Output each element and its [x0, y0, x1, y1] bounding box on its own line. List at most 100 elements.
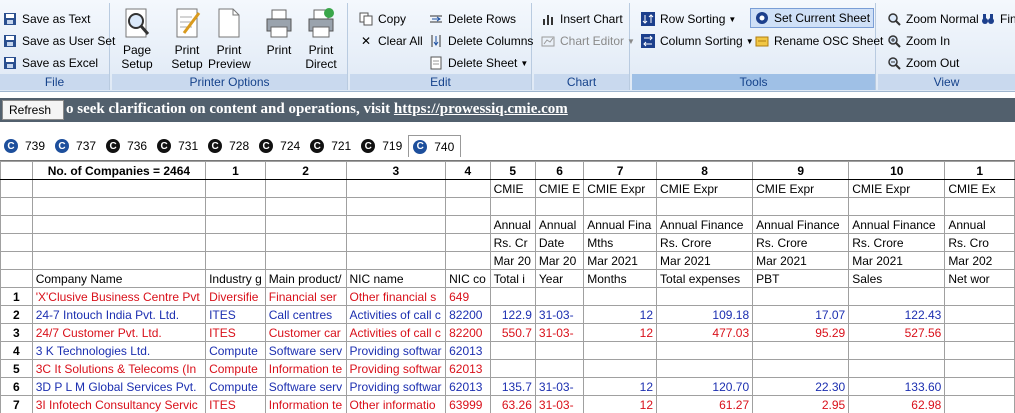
column-sorting-button[interactable]: Column Sorting ▼ [640, 31, 754, 51]
metadata-cell[interactable] [31, 251, 207, 270]
metadata-cell[interactable]: CMIE Expr [583, 179, 658, 198]
metadata-cell[interactable]: CMIE Expr [848, 179, 946, 198]
metadata-cell[interactable] [848, 197, 946, 216]
metadata-cell[interactable]: Date [534, 233, 585, 252]
table-cell[interactable]: 63999 [445, 395, 491, 413]
table-cell[interactable] [534, 341, 585, 360]
metadata-cell[interactable] [205, 251, 266, 270]
table-cell[interactable]: 22.30 [752, 377, 850, 396]
table-cell[interactable]: ITES [205, 305, 266, 324]
rename-osc-sheet-button[interactable]: Rename OSC Sheet [754, 31, 883, 51]
print-button[interactable]: Print [258, 7, 300, 57]
column-header[interactable]: 9 [752, 161, 850, 180]
clear-all-button[interactable]: ✕ Clear All [358, 31, 423, 51]
table-cell[interactable]: 649 [445, 287, 491, 306]
metadata-cell[interactable] [656, 197, 754, 216]
metadata-cell[interactable] [0, 197, 33, 216]
table-cell[interactable]: Compute [205, 341, 266, 360]
save-as-text-button[interactable]: Save as Text [2, 9, 90, 29]
metadata-cell[interactable]: Rs. Crore [752, 233, 850, 252]
table-cell[interactable]: Other informatio [345, 395, 447, 413]
table-cell[interactable]: Compute [205, 359, 266, 378]
table-cell[interactable]: 'X'Clusive Business Centre Pvt [31, 287, 207, 306]
sheet-tab[interactable]: C 728 [204, 135, 255, 157]
row-number[interactable]: 6 [0, 377, 33, 396]
table-cell[interactable]: Other financial s [345, 287, 447, 306]
table-cell[interactable] [944, 305, 1015, 324]
metadata-cell[interactable]: CMIE Expr [752, 179, 850, 198]
table-cell[interactable]: ITES [205, 395, 266, 413]
table-cell[interactable]: 12 [583, 377, 658, 396]
table-cell[interactable]: 62013 [445, 377, 491, 396]
table-cell[interactable] [752, 359, 850, 378]
delete-columns-button[interactable]: Delete Columns [428, 31, 533, 51]
table-cell[interactable]: 17.07 [752, 305, 850, 324]
metadata-cell[interactable] [31, 233, 207, 252]
table-cell[interactable]: 82200 [445, 323, 491, 342]
column-header[interactable] [0, 161, 33, 180]
metadata-cell[interactable] [264, 179, 347, 198]
copy-button[interactable]: Copy [358, 9, 406, 29]
table-cell[interactable]: 120.70 [656, 377, 754, 396]
zoom-in-button[interactable]: Zoom In [886, 31, 950, 51]
table-cell[interactable] [489, 341, 536, 360]
metadata-cell[interactable]: PBT [752, 269, 850, 288]
table-cell[interactable]: 133.60 [848, 377, 946, 396]
find-button[interactable]: Find [980, 9, 1015, 29]
table-cell[interactable] [656, 341, 754, 360]
metadata-cell[interactable] [31, 179, 207, 198]
metadata-cell[interactable] [264, 251, 347, 270]
metadata-cell[interactable] [534, 197, 585, 216]
table-cell[interactable]: 109.18 [656, 305, 754, 324]
table-cell[interactable]: Compute [205, 377, 266, 396]
row-number[interactable]: 3 [0, 323, 33, 342]
metadata-cell[interactable]: Total expenses [656, 269, 754, 288]
row-number[interactable]: 4 [0, 341, 33, 360]
table-cell[interactable]: 3C It Solutions & Telecoms (In [31, 359, 207, 378]
sheet-tab[interactable]: C 731 [153, 135, 204, 157]
metadata-cell[interactable] [345, 251, 447, 270]
table-cell[interactable] [944, 377, 1015, 396]
column-header[interactable]: 1 [944, 161, 1015, 180]
table-cell[interactable]: 122.43 [848, 305, 946, 324]
metadata-cell[interactable]: Rs. Crore [656, 233, 754, 252]
metadata-cell[interactable]: Main product/ [264, 269, 347, 288]
row-number[interactable]: 1 [0, 287, 33, 306]
metadata-cell[interactable]: Rs. Cro [944, 233, 1015, 252]
column-header[interactable]: 1 [205, 161, 266, 180]
table-cell[interactable]: 62.98 [848, 395, 946, 413]
chart-editor-button[interactable]: Chart Editor ▼ [540, 31, 635, 51]
row-sorting-button[interactable]: Row Sorting ▼ [640, 9, 736, 29]
metadata-cell[interactable]: Year [534, 269, 585, 288]
table-cell[interactable] [534, 287, 585, 306]
metadata-cell[interactable] [345, 215, 447, 234]
metadata-cell[interactable] [345, 233, 447, 252]
row-number[interactable]: 5 [0, 359, 33, 378]
metadata-cell[interactable] [0, 179, 33, 198]
table-cell[interactable] [656, 359, 754, 378]
table-cell[interactable]: ITES [205, 323, 266, 342]
metadata-cell[interactable] [345, 197, 447, 216]
table-cell[interactable] [583, 287, 658, 306]
metadata-cell[interactable]: Annual Finance [656, 215, 754, 234]
table-cell[interactable] [656, 287, 754, 306]
page-setup-button[interactable]: Page Setup [116, 7, 158, 71]
table-cell[interactable] [489, 287, 536, 306]
table-cell[interactable] [583, 359, 658, 378]
metadata-cell[interactable] [345, 179, 447, 198]
table-cell[interactable] [944, 395, 1015, 413]
table-cell[interactable]: 24-7 Intouch India Pvt. Ltd. [31, 305, 207, 324]
metadata-cell[interactable]: Annual Fina [583, 215, 658, 234]
print-preview-button[interactable]: Print Preview [208, 7, 251, 71]
table-cell[interactable]: 24/7 Customer Pvt. Ltd. [31, 323, 207, 342]
table-cell[interactable]: Providing softwar [345, 377, 447, 396]
metadata-cell[interactable]: CMIE E [534, 179, 585, 198]
row-number[interactable]: 7 [0, 395, 33, 413]
metadata-cell[interactable]: CMIE Ex [944, 179, 1015, 198]
metadata-cell[interactable] [264, 215, 347, 234]
metadata-cell[interactable] [445, 233, 491, 252]
table-cell[interactable]: Software serv [264, 377, 347, 396]
sheet-tab[interactable]: C 721 [306, 135, 357, 157]
set-current-sheet-button[interactable]: Set Current Sheet [750, 8, 875, 28]
save-as-excel-button[interactable]: Save as Excel [2, 53, 98, 73]
